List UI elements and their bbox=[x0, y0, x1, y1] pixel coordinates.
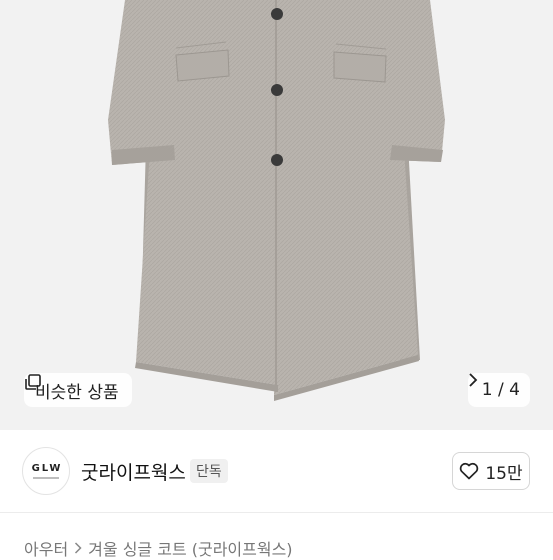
product-image-coat bbox=[108, 0, 445, 401]
shop-logo-subline bbox=[33, 477, 59, 479]
page-total: 4 bbox=[509, 380, 520, 400]
heart-outline-icon bbox=[460, 462, 479, 480]
divider bbox=[0, 512, 553, 513]
shop-name-link[interactable]: 굿라이프웍스 bbox=[81, 458, 186, 485]
page-current: 1 bbox=[481, 380, 493, 400]
chevron-right-icon[interactable] bbox=[468, 373, 478, 387]
shop-info-row: GLW 굿라이프웍스 단독 15만 bbox=[0, 430, 553, 512]
similar-products-button[interactable]: 비슷한 상품 bbox=[24, 373, 132, 407]
breadcrumb: 아우터 겨울 싱글 코트 (굿라이프웍스) bbox=[24, 536, 293, 560]
like-count: 15만 bbox=[485, 463, 523, 484]
breadcrumb-category[interactable]: 아우터 bbox=[24, 536, 68, 560]
shop-logo-text: GLW bbox=[31, 463, 63, 474]
exclusive-badge: 단독 bbox=[190, 459, 228, 483]
page-separator: / bbox=[498, 380, 504, 400]
breadcrumb-product[interactable]: 겨울 싱글 코트 (굿라이프웍스) bbox=[88, 536, 292, 560]
like-button[interactable]: 15만 bbox=[452, 452, 530, 490]
image-pager[interactable]: 1 / 4 bbox=[467, 373, 530, 407]
shop-logo[interactable]: GLW bbox=[22, 447, 70, 495]
copy-icon bbox=[25, 374, 41, 390]
chevron-right-icon bbox=[75, 542, 82, 554]
page-indicator: 1 / 4 bbox=[482, 380, 520, 400]
product-image-gallery[interactable]: 비슷한 상품 1 / 4 bbox=[0, 0, 553, 430]
similar-products-label: 비슷한 상품 bbox=[35, 382, 119, 403]
